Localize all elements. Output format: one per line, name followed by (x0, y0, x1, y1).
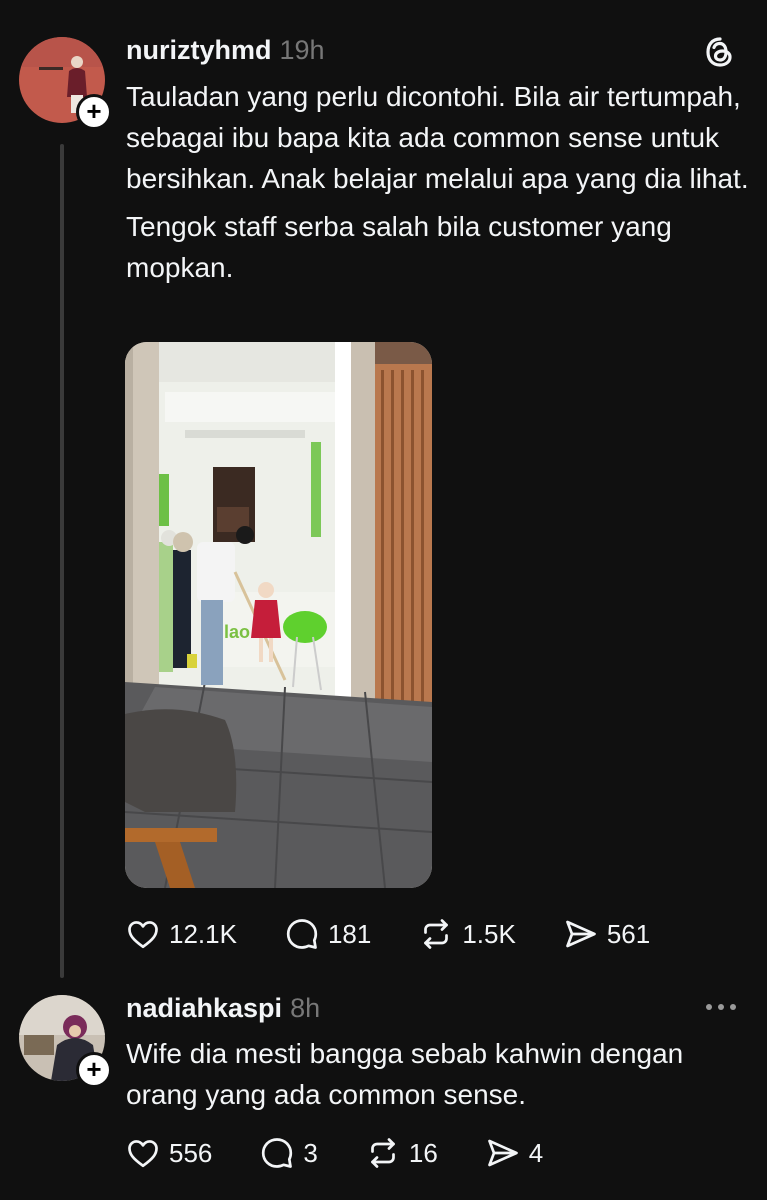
post-paragraph-2: Tengok staff serba salah bila customer y… (126, 211, 672, 283)
like-button[interactable]: 12.1K (125, 916, 237, 952)
share-button[interactable]: 561 (563, 916, 650, 952)
repost-button[interactable]: 16 (365, 1135, 438, 1171)
more-dots-icon[interactable] (704, 1000, 738, 1018)
repost-count: 16 (408, 1137, 438, 1168)
reply-body: Wife dia mesti bangga sebab kahwin denga… (126, 1033, 751, 1115)
post-paragraph-1: Tauladan yang perlu dicontohi. Bila air … (126, 81, 749, 194)
comment-icon (286, 919, 318, 949)
repost-count: 1.5K (462, 918, 516, 949)
threads-logo-icon[interactable] (704, 36, 736, 73)
reply-header: nadiahkaspi 8h (126, 993, 320, 1024)
like-count: 12.1K (169, 918, 237, 949)
reply-button[interactable]: 181 (284, 916, 371, 952)
reply-actions: 556 3 16 4 (125, 1135, 543, 1171)
heart-icon (128, 1140, 158, 1168)
like-button[interactable]: 556 (125, 1135, 212, 1171)
reply-timestamp: 8h (290, 993, 321, 1023)
reply-count: 3 (303, 1137, 318, 1168)
photo-sign-text: llao (219, 622, 250, 642)
follow-plus-icon[interactable]: + (76, 94, 112, 130)
share-count: 561 (606, 918, 651, 949)
send-icon (487, 1139, 518, 1167)
post-header: nuriztyhmd 19h (126, 35, 325, 66)
share-count: 4 (528, 1137, 544, 1168)
comment-icon (262, 1138, 293, 1168)
repost-button[interactable]: 1.5K (418, 916, 516, 952)
reply-text: Wife dia mesti bangga sebab kahwin denga… (126, 1038, 684, 1110)
like-count: 556 (169, 1137, 213, 1168)
post-photo[interactable]: llao (125, 342, 432, 888)
reply-button[interactable]: 3 (259, 1135, 318, 1171)
send-icon (565, 920, 596, 948)
post-actions: 12.1K 181 1.5K 561 (125, 916, 650, 952)
share-button[interactable]: 4 (485, 1135, 543, 1171)
thread-connector-line (60, 144, 64, 978)
follow-plus-icon[interactable]: + (76, 1052, 112, 1088)
post-body: Tauladan yang perlu dicontohi. Bila air … (126, 76, 751, 288)
post-timestamp: 19h (279, 35, 325, 65)
repost-icon (371, 1138, 395, 1168)
repost-icon (424, 919, 449, 949)
reply-username[interactable]: nadiahkaspi (126, 993, 282, 1024)
heart-icon (128, 921, 158, 949)
reply-count: 181 (327, 918, 372, 949)
post-username[interactable]: nuriztyhmd (126, 35, 272, 66)
